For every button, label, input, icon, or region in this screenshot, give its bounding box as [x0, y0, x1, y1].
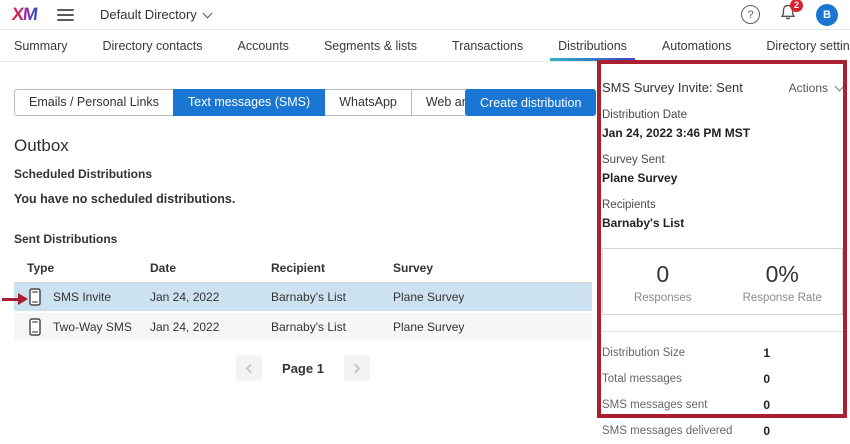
top-bar: XM Default Directory ? 2 B — [0, 0, 850, 30]
tab-transactions[interactable]: Transactions — [450, 30, 525, 61]
notification-badge: 2 — [790, 0, 803, 12]
responses-label: Responses — [603, 292, 723, 304]
field-value-recipients: Barnaby's List — [602, 216, 843, 230]
chevron-right-icon — [351, 363, 361, 373]
response-rate-label: Response Rate — [723, 292, 843, 304]
help-icon[interactable]: ? — [741, 5, 760, 24]
field-label-survey-sent: Survey Sent — [602, 154, 843, 166]
tab-directory-contacts[interactable]: Directory contacts — [100, 30, 204, 61]
tab-summary[interactable]: Summary — [12, 30, 69, 61]
field-label-distribution-date: Distribution Date — [602, 109, 843, 121]
stat-row-sms-sent: SMS messages sent 0 — [602, 392, 843, 418]
field-value-distribution-date: Jan 24, 2022 3:46 PM MST — [602, 126, 843, 140]
page-title: Outbox — [14, 136, 69, 156]
channel-whatsapp-button[interactable]: WhatsApp — [324, 89, 412, 116]
stat-row-sms-delivered: SMS messages delivered 0 — [602, 418, 843, 444]
chevron-left-icon — [246, 363, 256, 373]
distribution-detail-panel: SMS Survey Invite: Sent Actions Distribu… — [602, 66, 843, 444]
column-header-survey: Survey — [393, 261, 592, 275]
prev-page-button[interactable] — [236, 355, 262, 381]
chevron-down-icon — [835, 81, 845, 91]
sent-distributions-heading: Sent Distributions — [14, 232, 117, 246]
column-header-type: Type — [14, 261, 150, 275]
tab-automations[interactable]: Automations — [660, 30, 733, 61]
row-date: Jan 24, 2022 — [150, 290, 271, 304]
hamburger-menu-icon[interactable] — [57, 6, 74, 24]
notifications-button[interactable]: 2 — [780, 4, 796, 26]
tab-directory-settings[interactable]: Directory settings — [764, 30, 850, 61]
actions-label: Actions — [789, 81, 828, 95]
field-label-recipients: Recipients — [602, 199, 843, 211]
mobile-phone-icon — [29, 288, 41, 306]
column-header-recipient: Recipient — [271, 261, 393, 275]
field-value-survey-sent: Plane Survey — [602, 171, 843, 185]
channel-emails-button[interactable]: Emails / Personal Links — [14, 89, 174, 116]
divider — [602, 331, 843, 332]
pagination: Page 1 — [14, 355, 592, 381]
tab-accounts[interactable]: Accounts — [236, 30, 291, 61]
row-date: Jan 24, 2022 — [150, 320, 271, 334]
tab-segments-lists[interactable]: Segments & lists — [322, 30, 419, 61]
row-recipient: Barnaby's List — [271, 320, 393, 334]
stat-row-distribution-size: Distribution Size 1 — [602, 340, 843, 366]
directory-nav: Summary Directory contacts Accounts Segm… — [0, 30, 850, 62]
directory-selector-label: Default Directory — [100, 7, 197, 22]
channel-sms-button[interactable]: Text messages (SMS) — [173, 89, 325, 116]
avatar[interactable]: B — [816, 4, 838, 26]
actions-dropdown[interactable]: Actions — [789, 81, 843, 95]
next-page-button[interactable] — [344, 355, 370, 381]
table-header-row: Type Date Recipient Survey — [14, 253, 592, 283]
scheduled-distributions-heading: Scheduled Distributions — [14, 167, 152, 181]
row-survey: Plane Survey — [393, 290, 592, 304]
response-rate-value: 0% — [723, 261, 843, 288]
responses-count: 0 — [603, 261, 723, 288]
table-row-two-way-sms[interactable]: Two-Way SMS Jan 24, 2022 Barnaby's List … — [14, 313, 592, 343]
scheduled-empty-message: You have no scheduled distributions. — [14, 192, 235, 206]
directory-selector[interactable]: Default Directory — [100, 7, 211, 22]
tab-distributions[interactable]: Distributions — [556, 30, 629, 61]
page-indicator: Page 1 — [282, 361, 324, 376]
response-stats-box: 0 Responses 0% Response Rate — [602, 248, 843, 315]
detail-title: SMS Survey Invite: Sent — [602, 80, 743, 95]
column-header-date: Date — [150, 261, 271, 275]
create-distribution-button[interactable]: Create distribution — [465, 89, 596, 116]
xm-logo: XM — [11, 4, 38, 25]
row-type: Two-Way SMS — [53, 320, 132, 334]
mobile-phone-icon — [29, 318, 41, 336]
sent-distributions-table: Type Date Recipient Survey SMS Invite Ja… — [14, 253, 592, 343]
row-type: SMS Invite — [53, 290, 111, 304]
row-survey: Plane Survey — [393, 320, 592, 334]
stat-row-total-messages: Total messages 0 — [602, 366, 843, 392]
table-row-sms-invite[interactable]: SMS Invite Jan 24, 2022 Barnaby's List P… — [14, 283, 592, 313]
chevron-down-icon — [202, 8, 212, 18]
row-recipient: Barnaby's List — [271, 290, 393, 304]
